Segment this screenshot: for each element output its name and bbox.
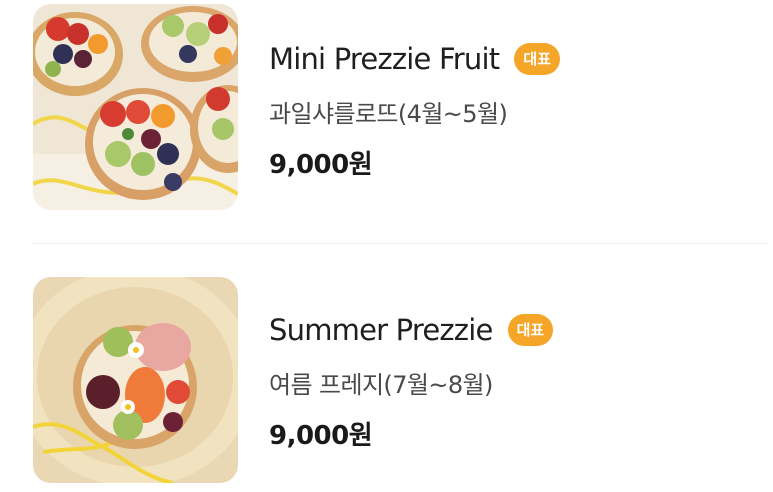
menu-item-mini-prezzie-fruit[interactable]: Mini Prezzie Fruit 대표 과일샤를로뜨(4월~5월) 9,00… bbox=[33, 4, 753, 214]
menu-item-description: 과일샤를로뜨(4월~5월) bbox=[269, 100, 508, 128]
divider bbox=[33, 243, 768, 244]
menu-item-price: 9,000원 bbox=[269, 421, 373, 451]
menu-item-price: 9,000원 bbox=[269, 150, 373, 180]
menu-item-name: Mini Prezzie Fruit bbox=[269, 42, 500, 76]
menu-item-photo[interactable] bbox=[33, 277, 238, 483]
menu-item-name-row: Mini Prezzie Fruit 대표 bbox=[269, 42, 561, 76]
menu-item-photo[interactable] bbox=[33, 4, 238, 210]
menu-item-name: Summer Prezzie bbox=[269, 313, 493, 347]
menu-item-name-row: Summer Prezzie 대표 bbox=[269, 313, 554, 347]
menu-list: Mini Prezzie Fruit 대표 과일샤를로뜨(4월~5월) 9,00… bbox=[0, 0, 773, 492]
menu-item-summer-prezzie[interactable]: Summer Prezzie 대표 여름 프레지(7월~8월) 9,000원 bbox=[33, 277, 753, 487]
representative-badge: 대표 bbox=[507, 314, 554, 346]
representative-badge: 대표 bbox=[514, 43, 561, 75]
menu-item-description: 여름 프레지(7월~8월) bbox=[269, 371, 493, 399]
